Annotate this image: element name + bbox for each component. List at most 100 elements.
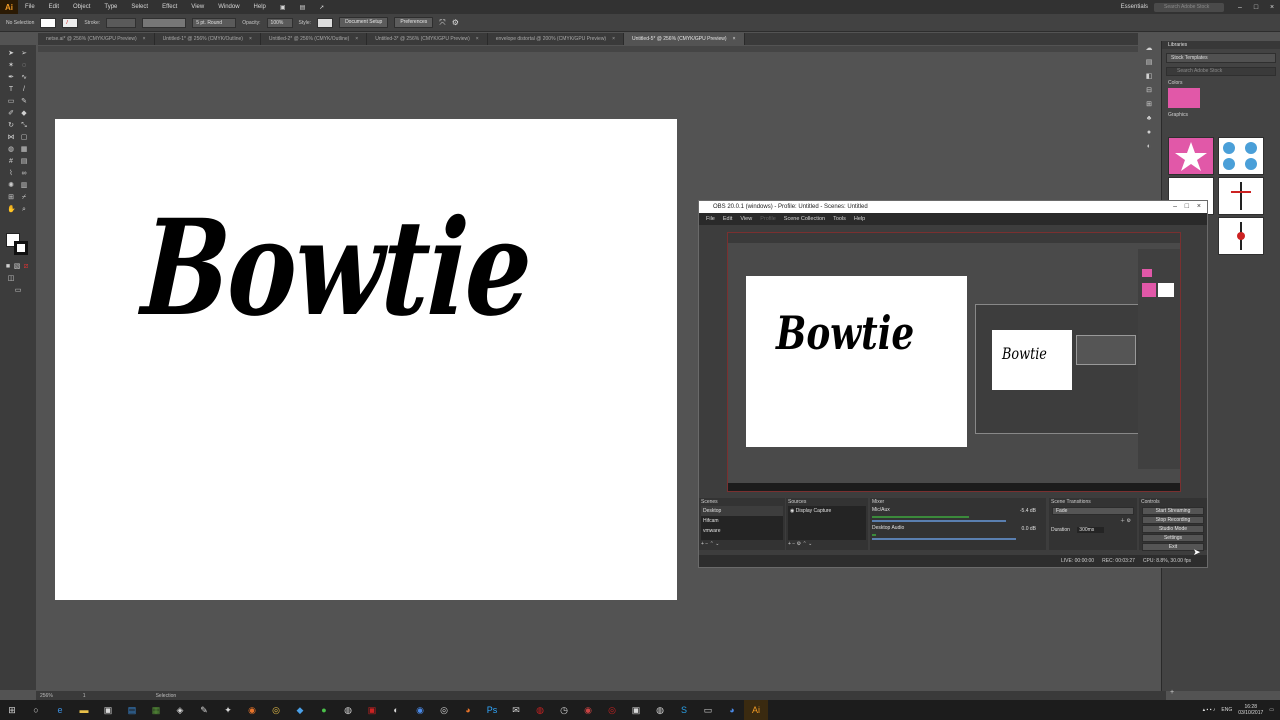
screen-mode-icon[interactable]: ▭ [14,287,22,295]
tab-document-5[interactable]: envelope distortal @ 200% (CMYK/GPU Prev… [488,33,625,45]
tray-icons[interactable]: ▴ ▪ ▪ ♪ [1203,707,1216,713]
start-streaming-button[interactable]: Start Streaming [1142,507,1204,515]
graphic-figure-2[interactable] [1218,217,1264,255]
style-swatch[interactable] [317,17,334,28]
shape-builder-icon[interactable]: ◍ [7,146,15,154]
variable-width-select[interactable] [142,17,187,28]
library-color-swatch[interactable] [1168,88,1200,108]
layers-icon[interactable]: ◧ [1145,73,1153,81]
artboard-tool-icon[interactable]: ⊞ [7,194,15,202]
selection-tool-icon[interactable]: ➤ [7,50,15,58]
settings-button[interactable]: Settings [1142,534,1204,542]
source-item[interactable]: ◉ Display Capture [788,506,866,516]
width-tool-icon[interactable]: ⋈ [7,134,15,142]
menu-type[interactable]: Type [97,4,124,10]
gradient-mode-icon[interactable]: ▧ [13,263,21,271]
symbols-icon[interactable]: ♣ [1145,115,1153,123]
line-tool-icon[interactable]: / [20,86,28,94]
app-icon-11[interactable]: ◎ [600,700,624,720]
direct-selection-tool-icon[interactable]: ➢ [20,50,28,58]
library-search-input[interactable]: Search Adobe Stock [1166,67,1276,76]
free-transform-icon[interactable]: ▢ [20,134,28,142]
obs-preview[interactable]: Bowtie Bowtie [727,232,1181,492]
blend-tool-icon[interactable]: ∞ [20,170,28,178]
transition-select[interactable]: Fade [1052,507,1134,515]
gradient-tool-icon[interactable]: ▤ [20,158,28,166]
app-icon-7[interactable]: ✉ [504,700,528,720]
close-icon[interactable]: × [1197,201,1201,213]
app-icon-4[interactable]: ◐ [384,700,408,720]
workspace-switcher[interactable]: Essentials [1121,4,1154,10]
scene-item-hifcam[interactable]: Hifcam [701,516,783,526]
source-list-controls[interactable]: + − ⚙ ⌃ ⌄ [786,540,868,548]
preferences-button[interactable]: Preferences [394,17,434,28]
close-icon[interactable]: × [143,36,146,42]
obs-menu-view[interactable]: View [736,216,756,222]
obs-menu-file[interactable]: File [702,216,719,222]
notifications-icon[interactable]: ▭ [1269,707,1274,713]
none-mode-icon[interactable]: ⧄ [22,263,30,271]
maximize-icon[interactable]: □ [1185,201,1189,213]
menu-object[interactable]: Object [66,4,97,10]
brush-select[interactable]: 5 pt. Round [192,17,237,28]
menu-select[interactable]: Select [124,4,155,10]
transform-icon[interactable]: ⤧ [439,18,445,28]
stop-recording-button[interactable]: Stop Recording [1142,516,1204,524]
paintbrush-icon[interactable]: ✎ [20,98,28,106]
minimize-icon[interactable]: – [1173,201,1177,213]
add-transition-icon[interactable]: ＋ ⚙ [1049,516,1137,525]
menu-view[interactable]: View [184,4,211,10]
opacity-input[interactable]: 100% [266,17,293,28]
duration-input[interactable]: 300ms [1077,527,1105,533]
stroke-weight-input[interactable] [106,17,137,28]
gpu-rocket-icon[interactable]: ➚ [312,4,331,11]
appearance-icon[interactable]: ● [1145,129,1153,137]
edge-icon[interactable]: e [48,700,72,720]
eyedropper-icon[interactable]: ⌇ [7,170,15,178]
artboard[interactable]: Bowtie [55,119,677,600]
obs-taskbar-icon[interactable]: ◍ [336,700,360,720]
page-number[interactable]: 1 [83,693,86,699]
app-icon-10[interactable]: ◉ [576,700,600,720]
skype-icon[interactable]: S [672,700,696,720]
hand-tool-icon[interactable]: ✋ [7,206,16,214]
document-setup-button[interactable]: Document Setup [339,17,389,28]
perspective-grid-icon[interactable]: ▦ [20,146,28,154]
graphics-section-label[interactable]: Graphics [1162,108,1280,120]
add-content-icon[interactable]: + [1168,689,1176,697]
colors-section-label[interactable]: Colors [1162,76,1280,88]
app-icon-1[interactable]: ◆ [288,700,312,720]
tab-document-6[interactable]: Untitled-5* @ 256% (CMYK/GPU Preview) × [624,33,745,45]
start-button-icon[interactable]: ⊞ [0,700,24,720]
scene-item-vmware[interactable]: vmware [701,526,783,536]
studio-mode-button[interactable]: Studio Mode [1142,525,1204,533]
tab-document-3[interactable]: Untitled-2* @ 256% (CMYK/Outline) × [261,33,368,45]
settings-icon[interactable]: ⚙ [452,18,459,27]
app-icon-14[interactable]: ▭ [696,700,720,720]
align-icon[interactable]: ⊟ [1145,87,1153,95]
scale-tool-icon[interactable]: ⤡ [20,122,28,130]
clock[interactable]: 16:28 03/10/2017 [1238,704,1263,716]
graphic-figure-1[interactable] [1218,177,1264,215]
close-icon[interactable]: × [249,36,252,42]
illustrator-taskbar-icon[interactable]: Ai [744,700,768,720]
app-icon-5[interactable]: ◉ [408,700,432,720]
store-icon[interactable]: ▣ [96,700,120,720]
stroke-color-swatch[interactable] [14,241,28,255]
maximize-icon[interactable]: □ [1248,4,1264,11]
krita-icon[interactable]: ✎ [192,700,216,720]
obs-menu-scene-collection[interactable]: Scene Collection [780,216,829,222]
curvature-tool-icon[interactable]: ∿ [20,74,28,82]
app-icon-13[interactable]: ◍ [648,700,672,720]
photoshop-icon[interactable]: Ps [480,700,504,720]
eraser-icon[interactable]: ◆ [20,110,28,118]
obs-menu-edit[interactable]: Edit [719,216,736,222]
app-icon-8[interactable]: ◍ [528,700,552,720]
bridge-icon[interactable]: ▣ [273,4,293,11]
graph-tool-icon[interactable]: ▥ [20,182,28,190]
app-icon-6[interactable]: ◎ [432,700,456,720]
app-icon-2[interactable]: ● [312,700,336,720]
app-icon-12[interactable]: ▣ [624,700,648,720]
color-mode-icon[interactable]: ■ [4,263,12,271]
tab-document-1[interactable]: netse.ai* @ 256% (CMYK/GPU Preview) × [38,33,155,45]
